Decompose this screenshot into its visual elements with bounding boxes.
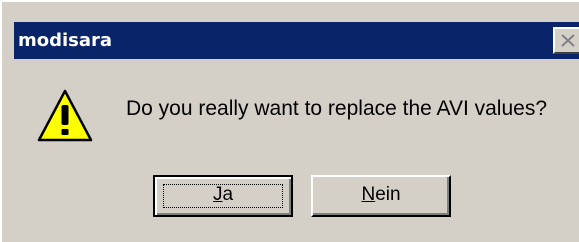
no-button-label: Nein xyxy=(361,184,400,205)
no-mnemonic: N xyxy=(361,184,376,205)
warning-icon xyxy=(37,89,93,142)
yes-button-label: Ja xyxy=(213,184,233,205)
close-button[interactable] xyxy=(553,27,579,54)
yes-label-rest: a xyxy=(222,184,234,205)
window-title: modisara xyxy=(18,30,113,51)
message-dialog: modisara Do you really want to replace t… xyxy=(0,0,579,242)
dialog-message: Do you really want to replace the AVI va… xyxy=(126,97,548,120)
no-button[interactable]: Nein xyxy=(311,175,451,217)
title-bar[interactable]: modisara xyxy=(14,22,579,59)
close-icon xyxy=(561,34,575,47)
no-label-rest: ein xyxy=(375,184,401,205)
yes-button[interactable]: Ja xyxy=(153,175,293,217)
